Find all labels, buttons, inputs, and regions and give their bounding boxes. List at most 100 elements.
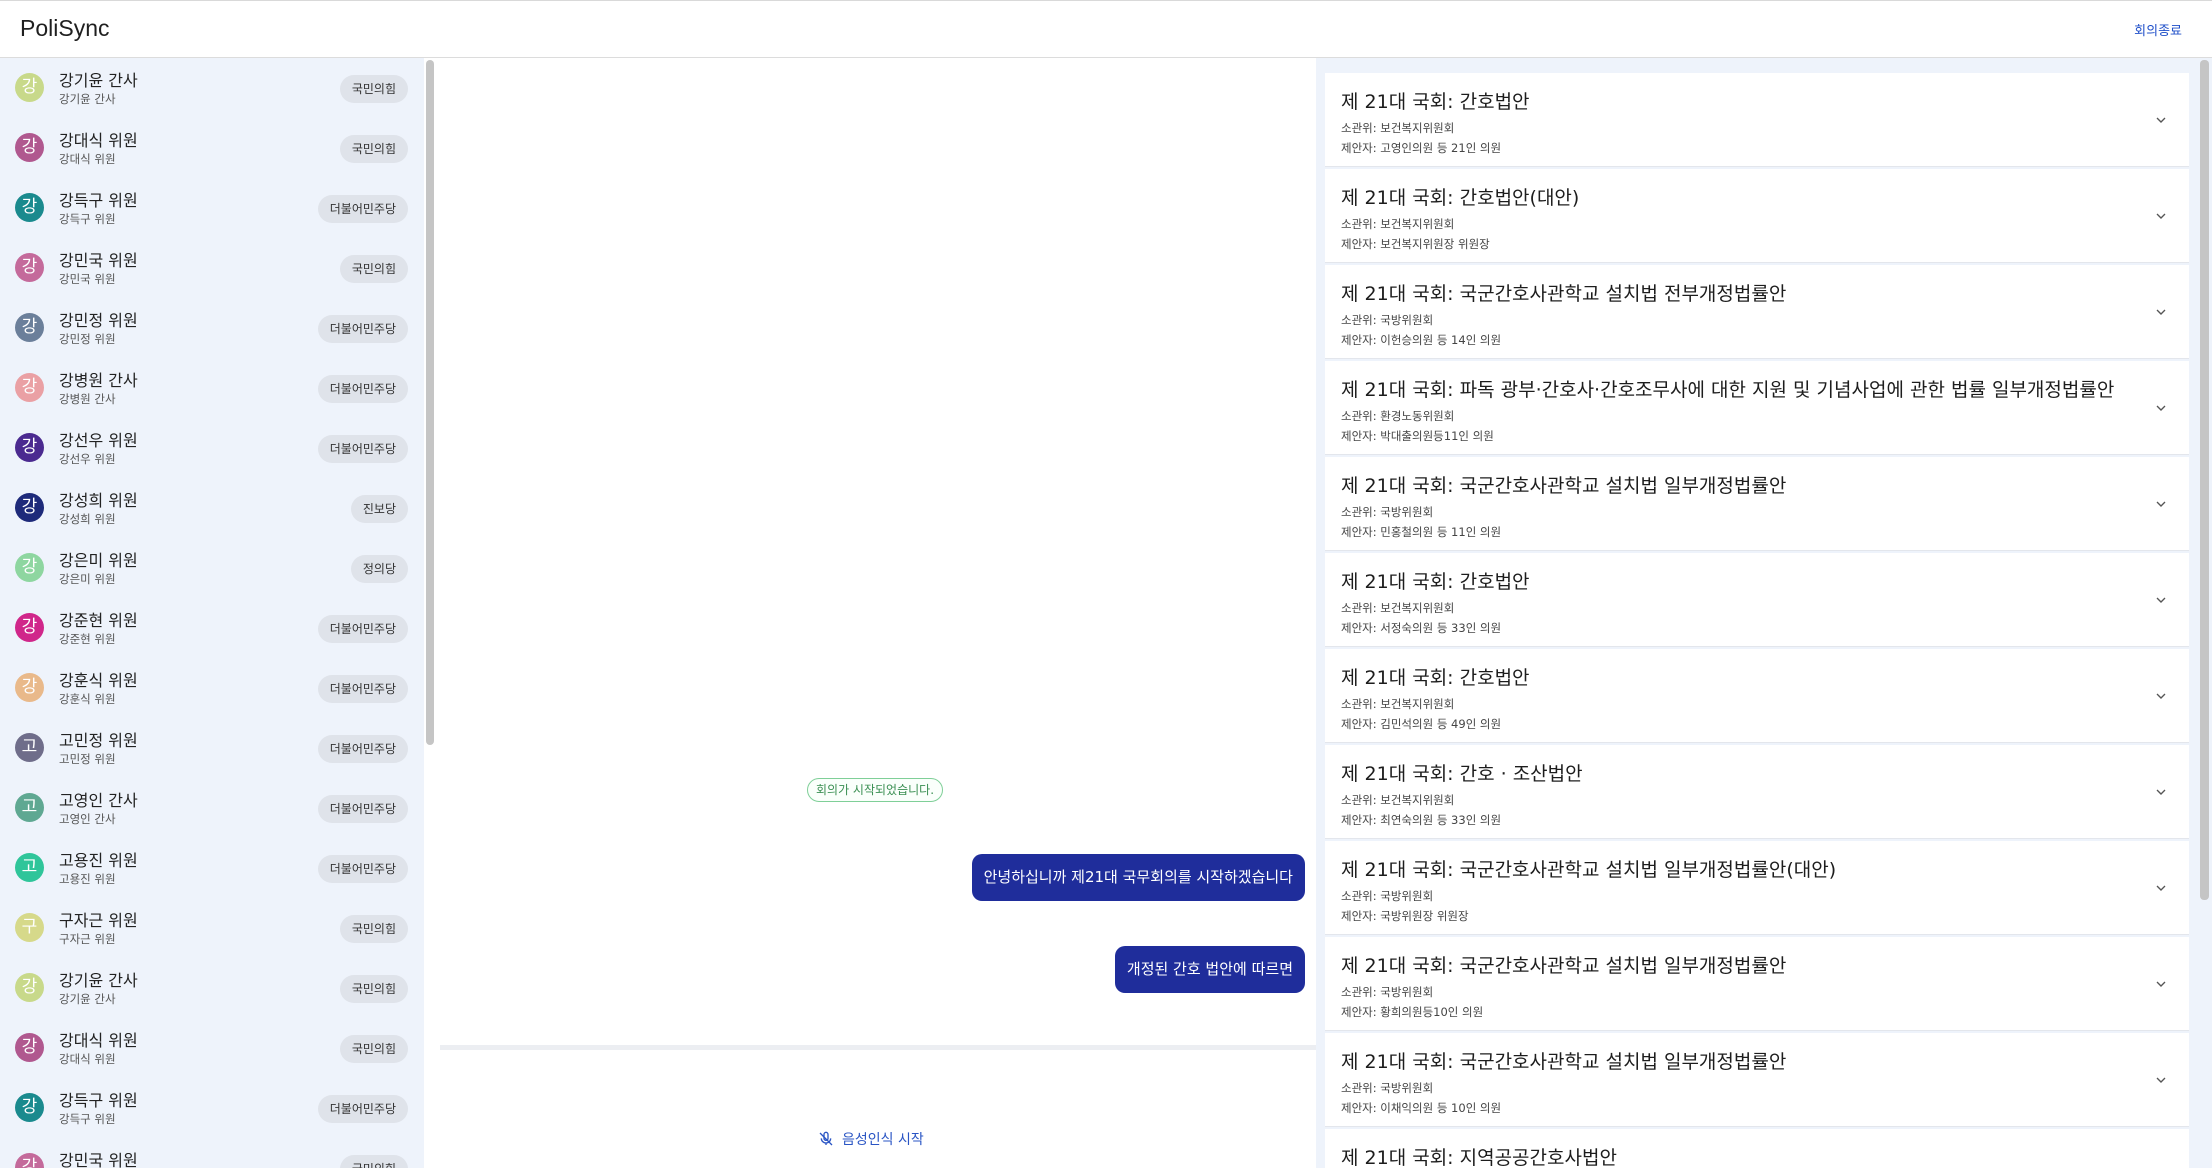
bill-proposer: 제안자: 김민석의원 등 49인 의원	[1341, 717, 1502, 731]
voice-recognition-button[interactable]: 음성인식 시작	[818, 1129, 924, 1149]
member-item[interactable]: 강 강득구 위원 강득구 위원 더불어민주당	[0, 178, 424, 238]
chevron-down-icon[interactable]	[2153, 976, 2169, 992]
member-item[interactable]: 강 강성희 위원 강성희 위원 진보당	[0, 478, 424, 538]
chevron-down-icon[interactable]	[2153, 400, 2169, 416]
party-badge: 진보당	[350, 495, 408, 523]
member-name: 강득구 위원	[59, 191, 138, 210]
bill-card[interactable]: 제 21대 국회: 지역공공간호사법안	[1325, 1129, 2189, 1168]
member-subtitle: 강은미 위원	[59, 572, 116, 586]
member-item[interactable]: 강 강훈식 위원 강훈식 위원 더불어민주당	[0, 658, 424, 718]
bill-card[interactable]: 제 21대 국회: 국군간호사관학교 설치법 일부개정법률안 소관위: 국방위원회…	[1325, 937, 2189, 1031]
bill-card[interactable]: 제 21대 국회: 파독 광부·간호사·간호조무사에 대한 지원 및 기념사업에…	[1325, 361, 2189, 455]
chevron-down-icon[interactable]	[2153, 304, 2169, 320]
chevron-down-icon[interactable]	[2153, 784, 2169, 800]
party-badge: 더불어민주당	[317, 855, 408, 883]
end-meeting-button[interactable]: 회의종료	[2134, 20, 2182, 39]
avatar: 강	[15, 73, 44, 102]
member-item[interactable]: 강 강대식 위원 강대식 위원 국민의힘	[0, 118, 424, 178]
member-name: 강병원 간사	[59, 371, 138, 390]
member-name: 강대식 위원	[59, 1031, 138, 1050]
party-badge: 더불어민주당	[317, 1095, 408, 1123]
chevron-down-icon[interactable]	[2153, 688, 2169, 704]
bill-card[interactable]: 제 21대 국회: 간호법안 소관위: 보건복지위원회 제안자: 김민석의원 등 4…	[1325, 649, 2189, 743]
bill-card[interactable]: 제 21대 국회: 국군간호사관학교 설치법 일부개정법률안 소관위: 국방위원회…	[1325, 457, 2189, 551]
member-list: 강 강기윤 간사 강기윤 간사 국민의힘 강 강대식 위원 강대식 위원 국민의힘 강 강득구 위…	[0, 58, 424, 1168]
member-name: 강민정 위원	[59, 311, 138, 330]
bill-title: 제 21대 국회: 국군간호사관학교 설치법 전부개정법률안	[1341, 283, 1787, 305]
bill-card[interactable]: 제 21대 국회: 간호법안(대안) 소관위: 보건복지위원회 제안자: 보건복지위…	[1325, 169, 2189, 263]
member-name: 고민정 위원	[59, 731, 138, 750]
bill-title: 제 21대 국회: 국군간호사관학교 설치법 일부개정법률안(대안)	[1341, 859, 1837, 881]
member-name: 구자근 위원	[59, 911, 138, 930]
avatar: 강	[15, 493, 44, 522]
bill-title: 제 21대 국회: 간호법안	[1341, 571, 1530, 593]
member-subtitle: 강성희 위원	[59, 512, 116, 526]
bill-card[interactable]: 제 21대 국회: 국군간호사관학교 설치법 전부개정법률안 소관위: 국방위원회…	[1325, 265, 2189, 359]
avatar: 강	[15, 433, 44, 462]
bill-proposer: 제안자: 민홍철의원 등 11인 의원	[1341, 525, 1502, 539]
member-subtitle: 강민정 위원	[59, 332, 116, 346]
chevron-down-icon[interactable]	[2153, 208, 2169, 224]
chevron-down-icon[interactable]	[2153, 112, 2169, 128]
avatar: 강	[15, 1033, 44, 1062]
bill-committee: 소관위: 국방위원회	[1341, 985, 1434, 999]
chat-divider	[440, 1045, 1316, 1050]
member-item[interactable]: 고 고민정 위원 고민정 위원 더불어민주당	[0, 718, 424, 778]
member-subtitle: 강대식 위원	[59, 1052, 116, 1066]
member-item[interactable]: 고 고용진 위원 고용진 위원 더불어민주당	[0, 838, 424, 898]
bill-title: 제 21대 국회: 국군간호사관학교 설치법 일부개정법률안	[1341, 1051, 1787, 1073]
party-badge: 국민의힘	[339, 75, 408, 103]
sidebar-scrollbar[interactable]	[426, 60, 434, 745]
bill-card[interactable]: 제 21대 국회: 국군간호사관학교 설치법 일부개정법률안 소관위: 국방위원회…	[1325, 1033, 2189, 1127]
bill-card[interactable]: 제 21대 국회: 간호법안 소관위: 보건복지위원회 제안자: 고영인의원 등 2…	[1325, 73, 2189, 167]
bill-committee: 소관위: 보건복지위원회	[1341, 793, 1455, 807]
member-name: 고영인 간사	[59, 791, 138, 810]
chevron-down-icon[interactable]	[2153, 1072, 2169, 1088]
member-name: 강훈식 위원	[59, 671, 138, 690]
avatar: 강	[15, 253, 44, 282]
bill-list-scrollbar[interactable]	[2200, 60, 2209, 900]
member-item[interactable]: 강 강병원 간사 강병원 간사 더불어민주당	[0, 358, 424, 418]
member-item[interactable]: 강 강득구 위원 강득구 위원 더불어민주당	[0, 1078, 424, 1138]
avatar: 구	[15, 913, 44, 942]
member-name: 강기윤 간사	[59, 71, 138, 90]
bill-title: 제 21대 국회: 간호법안	[1341, 667, 1530, 689]
avatar: 강	[15, 373, 44, 402]
bill-card[interactable]: 제 21대 국회: 간호 · 조산법안 소관위: 보건복지위원회 제안자: 최연숙의…	[1325, 745, 2189, 839]
bill-proposer: 제안자: 이채익의원 등 10인 의원	[1341, 1101, 1502, 1115]
member-item[interactable]: 강 강준현 위원 강준현 위원 더불어민주당	[0, 598, 424, 658]
app-title: PoliSync	[20, 15, 110, 41]
member-item[interactable]: 강 강기윤 간사 강기윤 간사 국민의힘	[0, 58, 424, 118]
chevron-down-icon[interactable]	[2153, 496, 2169, 512]
avatar: 고	[15, 853, 44, 882]
system-message: 회의가 시작되었습니다.	[807, 778, 944, 802]
bill-proposer: 제안자: 박대출의원등11인 의원	[1341, 429, 1494, 443]
member-item[interactable]: 강 강민정 위원 강민정 위원 더불어민주당	[0, 298, 424, 358]
avatar: 강	[15, 1153, 44, 1168]
bill-card[interactable]: 제 21대 국회: 국군간호사관학교 설치법 일부개정법률안(대안) 소관위: 국…	[1325, 841, 2189, 935]
bill-card[interactable]: 제 21대 국회: 간호법안 소관위: 보건복지위원회 제안자: 서정숙의원 등 3…	[1325, 553, 2189, 647]
member-item[interactable]: 강강민국 위원강민국 위원국민의힘	[0, 238, 424, 298]
member-item[interactable]: 고 고영인 간사 고영인 간사 더불어민주당	[0, 778, 424, 838]
member-subtitle: 강준현 위원	[59, 632, 116, 646]
member-subtitle: 강득구 위원	[59, 212, 116, 226]
member-name: 강민국 위원	[59, 1151, 138, 1168]
bill-proposer: 제안자: 이헌승의원 등 14인 의원	[1341, 333, 1502, 347]
member-item[interactable]: 강 강은미 위원 강은미 위원 정의당	[0, 538, 424, 598]
member-item[interactable]: 구 구자근 위원 구자근 위원 국민의힘	[0, 898, 424, 958]
avatar: 강	[15, 673, 44, 702]
bill-committee: 소관위: 보건복지위원회	[1341, 601, 1455, 615]
avatar: 강	[15, 193, 44, 222]
member-item[interactable]: 강강민국 위원강민국 위원국민의힘	[0, 1138, 424, 1168]
member-subtitle: 강득구 위원	[59, 1112, 116, 1126]
bill-list: 제 21대 국회: 간호법안 소관위: 보건복지위원회 제안자: 고영인의원 등 2…	[1316, 58, 2212, 1168]
bill-proposer: 제안자: 최연숙의원 등 33인 의원	[1341, 813, 1502, 827]
member-item[interactable]: 강 강기윤 간사 강기윤 간사 국민의힘	[0, 958, 424, 1018]
member-item[interactable]: 강 강선우 위원 강선우 위원 더불어민주당	[0, 418, 424, 478]
member-item[interactable]: 강 강대식 위원 강대식 위원 국민의힘	[0, 1018, 424, 1078]
member-subtitle: 강민국 위원	[59, 272, 116, 286]
avatar: 강	[15, 973, 44, 1002]
chevron-down-icon[interactable]	[2153, 592, 2169, 608]
chevron-down-icon[interactable]	[2153, 880, 2169, 896]
avatar: 강	[15, 553, 44, 582]
